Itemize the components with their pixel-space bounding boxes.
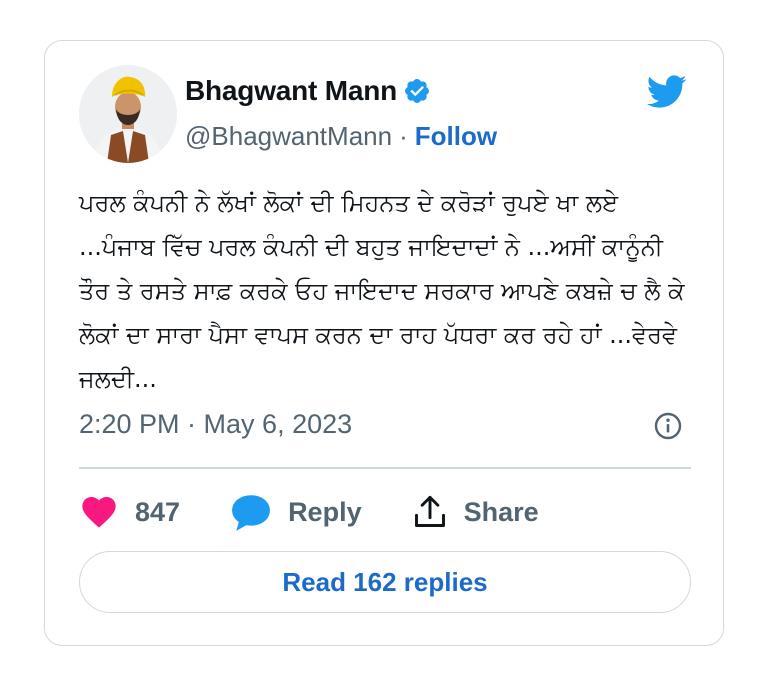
tweet-text: ਪਰਲ ਕੰਪਨੀ ਨੇ ਲੱਖਾਂ ਲੋਕਾਂ ਦੀ ਮਿਹਨਤ ਦੇ ਕਰੋ… (79, 189, 693, 393)
divider (79, 467, 691, 469)
read-replies-button[interactable]: Read 162 replies (79, 551, 691, 613)
share-button[interactable]: Share (412, 494, 539, 530)
share-icon (414, 495, 445, 527)
author-handle[interactable]: @BhagwantMann (185, 121, 392, 152)
like-button[interactable]: 847 (79, 492, 180, 532)
handle-separator: · (399, 121, 408, 151)
info-icon[interactable] (653, 411, 683, 441)
verified-badge-icon (403, 77, 431, 105)
twitter-bird-icon[interactable] (643, 71, 691, 111)
reply-label: Reply (288, 496, 362, 527)
share-label: Share (463, 496, 539, 527)
reply-button[interactable]: Reply (230, 491, 362, 533)
likes-count: 847 (135, 496, 181, 527)
tweet-timestamp[interactable]: 2:20 PM · May 6, 2023 (79, 409, 352, 440)
author-name[interactable]: Bhagwant Mann (185, 75, 397, 107)
tweet-actions: 847 Reply Share (79, 491, 589, 533)
tweet-card: Bhagwant Mann @BhagwantMann · Follow ਪਰਲ… (44, 40, 724, 646)
reply-bubble-icon (232, 495, 270, 531)
avatar[interactable] (79, 65, 177, 163)
heart-icon (82, 497, 116, 528)
follow-button[interactable]: Follow (415, 121, 497, 152)
